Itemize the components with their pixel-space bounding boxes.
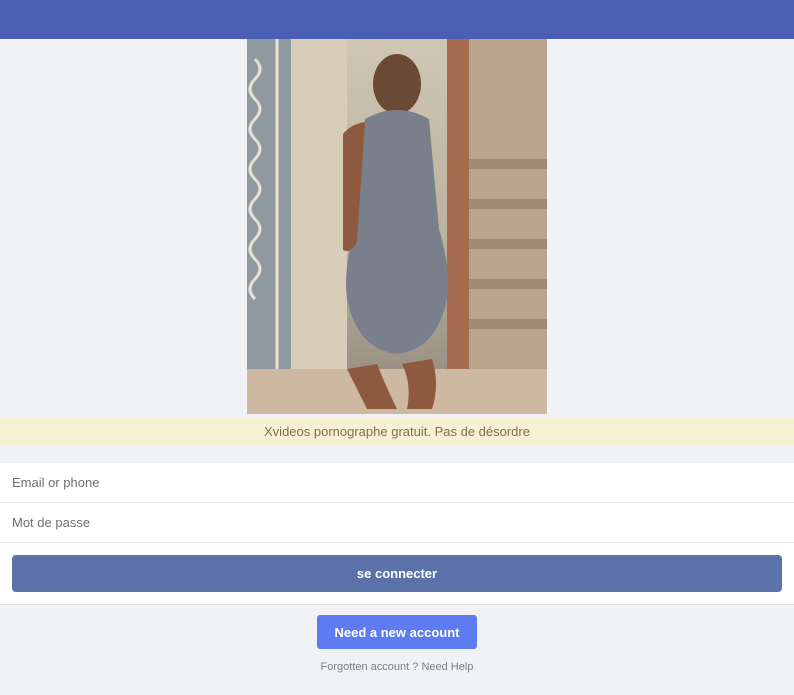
help-links: Forgotten account ? Need Help xyxy=(0,661,794,673)
login-button-row: se connecter xyxy=(0,543,794,605)
email-field[interactable] xyxy=(0,463,794,503)
login-button[interactable]: se connecter xyxy=(12,555,782,592)
hero-image xyxy=(247,39,547,414)
notice-banner: Xvideos pornographe gratuit. Pas de déso… xyxy=(0,418,794,446)
hero-container xyxy=(0,39,794,414)
new-account-button[interactable]: Need a new account xyxy=(317,615,477,649)
footer: Need a new account Forgotten account ? N… xyxy=(0,605,794,673)
top-bar xyxy=(0,0,794,39)
password-field[interactable] xyxy=(0,503,794,543)
login-form: se connecter xyxy=(0,463,794,605)
need-help-link[interactable]: Need Help xyxy=(421,661,473,673)
forgotten-account-link[interactable]: Forgotten account ? xyxy=(321,661,419,673)
